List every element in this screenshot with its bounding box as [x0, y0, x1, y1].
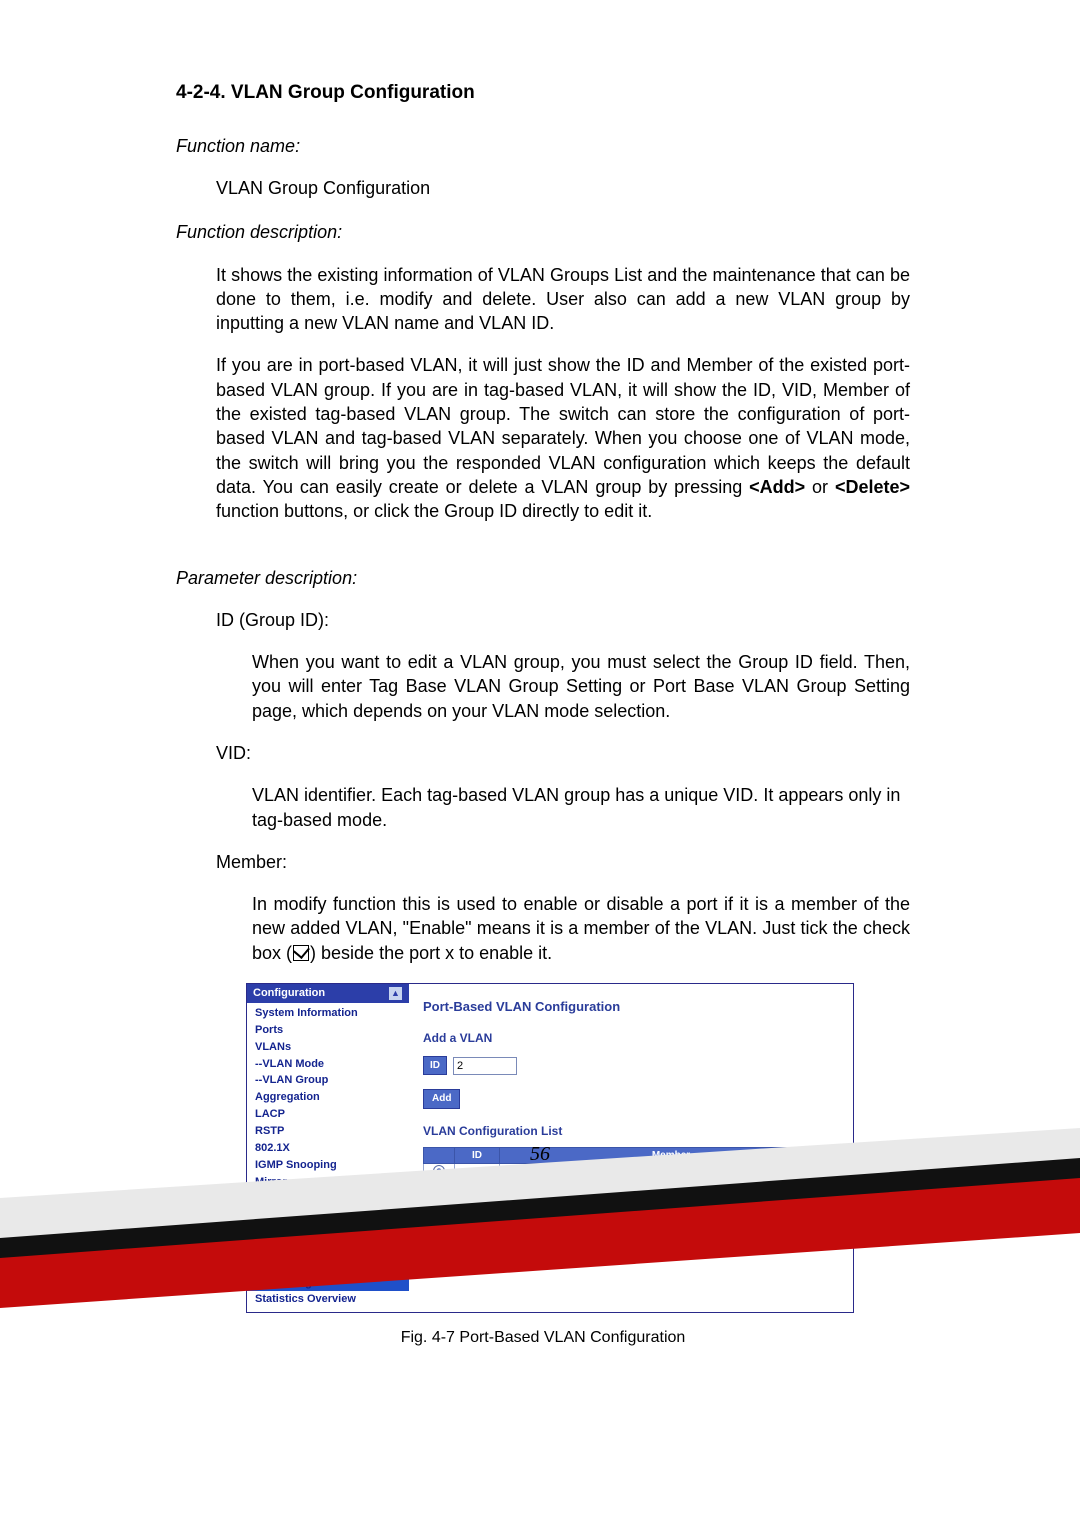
text-fragment: If you are in port-based VLAN, it will j… — [216, 355, 910, 496]
text-fragment: ) beside the port x to enable it. — [310, 943, 552, 963]
delete-keyword: <Delete> — [835, 477, 910, 497]
sidebar-item-lacp[interactable]: LACP — [247, 1106, 409, 1123]
sidebar-header-label: Configuration — [253, 986, 325, 1001]
row-id-cell: 1 — [455, 1164, 500, 1184]
text-fragment: function buttons, or click the Group ID … — [216, 501, 652, 521]
id-label: ID — [423, 1056, 447, 1076]
param-member-desc: In modify function this is used to enabl… — [252, 892, 910, 965]
row-radio-cell[interactable] — [424, 1164, 455, 1184]
param-member-term: Member: — [216, 850, 910, 874]
add-button[interactable]: Add — [423, 1089, 460, 1109]
sidebar-item-filter[interactable]: Filter — [247, 1207, 409, 1224]
radio-icon[interactable] — [433, 1165, 445, 1177]
function-name-value: VLAN Group Configuration — [216, 176, 910, 200]
param-vid-desc: VLAN identifier. Each tag-based VLAN gro… — [252, 783, 910, 832]
function-description-p2: If you are in port-based VLAN, it will j… — [216, 353, 910, 523]
refresh-button[interactable]: Refresh — [539, 1194, 594, 1214]
function-name-label: Function name: — [176, 134, 910, 158]
param-id-desc: When you want to edit a VLAN group, you … — [252, 650, 910, 723]
param-id-term: ID (Group ID): — [216, 608, 910, 632]
section-heading: 4-2-4. VLAN Group Configuration — [176, 80, 910, 106]
function-description-p1: It shows the existing information of VLA… — [216, 263, 910, 336]
sidebar-item-statistics-overview[interactable]: Statistics Overview — [247, 1291, 409, 1308]
sidebar-item-qos[interactable]: QoS — [247, 1190, 409, 1207]
checked-box-icon — [293, 945, 309, 961]
sidebar-item-vlans[interactable]: VLANs — [247, 1039, 409, 1056]
text-fragment: or — [805, 477, 835, 497]
scroll-up-icon[interactable]: ▲ — [388, 986, 403, 1001]
modify-button[interactable]: Modify — [423, 1194, 473, 1214]
sidebar-item-vlan-group[interactable]: --VLAN Group — [247, 1072, 409, 1089]
add-keyword: <Add> — [749, 477, 805, 497]
sidebar-item-storm-control[interactable]: Storm Control — [247, 1241, 409, 1258]
sidebar-item-aggregation[interactable]: Aggregation — [247, 1089, 409, 1106]
sidebar-item-monitoring[interactable]: Monitoring — [247, 1275, 409, 1292]
page-number: 56 — [0, 1143, 1080, 1166]
param-vid-term: VID: — [216, 741, 910, 765]
delete-button[interactable]: Delete — [482, 1194, 530, 1214]
figure-caption: Fig. 4-7 Port-Based VLAN Configuration — [176, 1327, 910, 1349]
sidebar-item-system-information[interactable]: System Information — [247, 1005, 409, 1022]
sidebar-item-rstp[interactable]: RSTP — [247, 1123, 409, 1140]
panel-title: Port-Based VLAN Configuration — [423, 998, 843, 1016]
sidebar-item-vlan-mode[interactable]: --VLAN Mode — [247, 1056, 409, 1073]
sidebar-item-rate-limit[interactable]: Rate Limit — [247, 1224, 409, 1241]
id-input[interactable] — [453, 1057, 517, 1075]
sidebar-item-mirror[interactable]: Mirror — [247, 1174, 409, 1191]
function-description-label: Function description: — [176, 220, 910, 244]
add-vlan-label: Add a VLAN — [423, 1030, 843, 1046]
table-row[interactable]: 1 1,2,3,4,5,6,7,8,9,10,11,12,13,14,15,16… — [424, 1164, 843, 1184]
vlan-list-title: VLAN Configuration List — [423, 1123, 843, 1139]
row-member-cell: 1,2,3,4,5,6,7,8,9,10,11,12,13,14,15,16,1… — [500, 1164, 843, 1184]
sidebar-item-snmp[interactable]: SNMP — [247, 1258, 409, 1275]
parameter-description-label: Parameter description: — [176, 566, 910, 590]
sidebar-item-ports[interactable]: Ports — [247, 1022, 409, 1039]
